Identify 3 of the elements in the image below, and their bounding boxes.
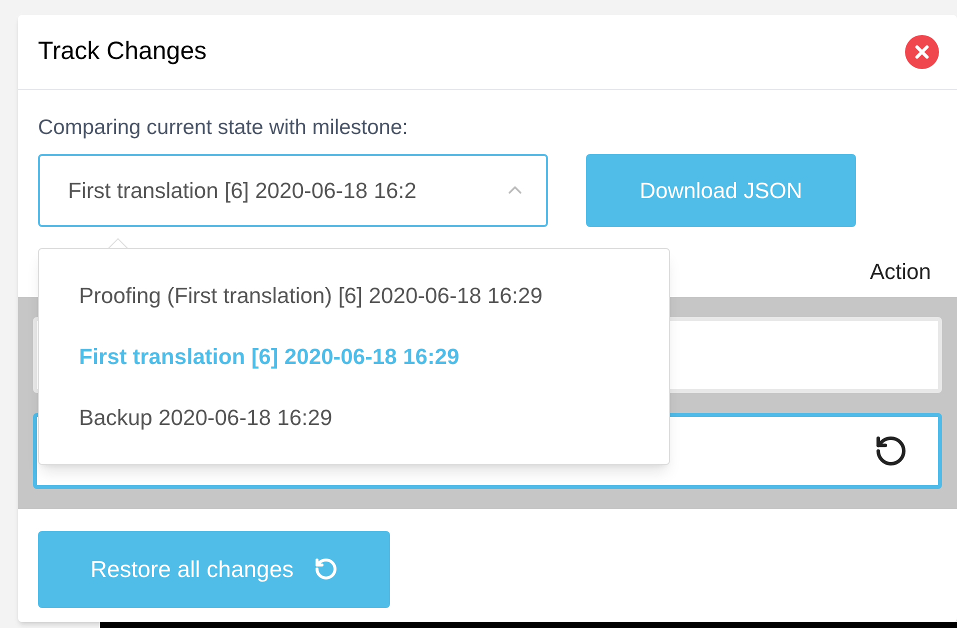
milestone-label: Comparing current state with milestone: [38, 115, 409, 141]
dialog-title: Track Changes [38, 36, 207, 68]
column-header: Action [870, 258, 931, 286]
